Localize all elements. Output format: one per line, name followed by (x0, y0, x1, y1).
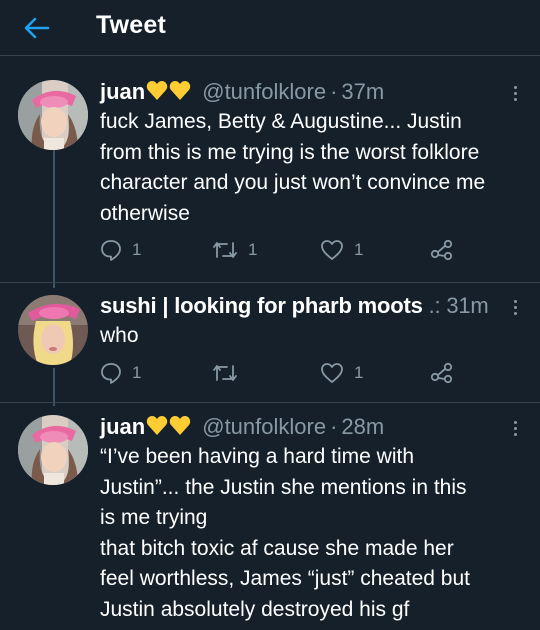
heart-outline-icon (321, 363, 343, 383)
tweet-text-line: fuck James, Betty & Augustine... Justin (100, 110, 462, 133)
tweet-text: “I’ve been having a hard time with Justi… (100, 442, 530, 625)
tweet-header: juan @tunfolklore · 37m (100, 79, 384, 108)
share-icon (430, 362, 453, 384)
more-options-button[interactable] (508, 81, 522, 105)
tweet-text-line: Justin absolutely destroyed his gf (100, 597, 410, 621)
reply-bubble-icon (101, 240, 121, 261)
tweet-text-line: feel worthless, James “just” cheated but (100, 567, 471, 590)
share-button[interactable] (430, 362, 454, 384)
retweet-count: 1 (248, 240, 258, 259)
avatar[interactable] (18, 295, 88, 365)
retweet-icon (213, 242, 237, 258)
arrow-left-icon (24, 17, 50, 39)
avatar[interactable] (18, 415, 88, 485)
back-button[interactable] (22, 14, 52, 42)
top-bar: Tweet (0, 0, 540, 56)
author-name[interactable]: juan (100, 414, 145, 439)
more-options-button[interactable] (508, 295, 522, 319)
divider (0, 402, 540, 403)
reply-count: 1 (132, 363, 142, 382)
yellow-heart-emoji (146, 415, 192, 443)
tweet-header: sushi | looking for pharb moots .: 31m (100, 293, 489, 319)
more-vertical-icon (513, 420, 517, 424)
tweet-text-line: is me trying (100, 506, 208, 529)
tweet-header: juan @tunfolklore · 28m (100, 414, 384, 443)
separator-dot: · (330, 79, 338, 104)
heart-outline-icon (321, 240, 343, 260)
author-name[interactable]: juan (100, 79, 145, 104)
author-handle[interactable]: @tunfolklore (202, 79, 326, 104)
more-options-button[interactable] (508, 416, 522, 440)
tweet-text-line: from this is me trying is the worst folk… (100, 140, 480, 164)
retweet-button[interactable]: 1 (212, 239, 257, 261)
tweet-timestamp[interactable]: 28m (341, 414, 384, 439)
tweet-text-line: character and you just won’t convince me (100, 171, 486, 194)
retweet-icon (213, 365, 237, 381)
tweet-timestamp[interactable]: 31m (446, 293, 488, 318)
thread-connector (53, 150, 55, 288)
tweet-text-line: that bitch toxic af cause she made her (100, 536, 454, 560)
tweet-text: who (100, 321, 530, 352)
author-name[interactable]: sushi | looking for pharb moots (100, 293, 423, 318)
retweet-button[interactable] (212, 362, 248, 384)
avatar[interactable] (18, 80, 88, 150)
tweet-text-line: otherwise (100, 201, 190, 225)
reply-button[interactable]: 1 (100, 239, 141, 261)
more-vertical-icon (513, 299, 517, 303)
yellow-heart-emoji (146, 80, 192, 108)
tweet-actions: 1 1 (100, 362, 500, 386)
share-button[interactable] (430, 239, 454, 261)
like-count: 1 (354, 363, 364, 382)
like-button[interactable]: 1 (320, 362, 363, 384)
tweet-timestamp[interactable]: 37m (341, 79, 384, 104)
more-vertical-icon (513, 85, 517, 89)
page-title: Tweet (96, 11, 166, 39)
reply-bubble-icon (101, 363, 121, 384)
share-icon (430, 239, 453, 261)
tweet-text: fuck James, Betty & Augustine... Justin … (100, 107, 530, 229)
reply-count: 1 (132, 240, 142, 259)
author-handle-truncated[interactable]: .: (429, 293, 441, 318)
tweet-text-line: “I’ve been having a hard time with (100, 445, 415, 468)
tweet-text-line: Justin”... the Justin she mentions in th… (100, 475, 467, 499)
reply-button[interactable]: 1 (100, 362, 141, 384)
separator-dot: · (330, 414, 338, 439)
divider (0, 282, 540, 283)
like-button[interactable]: 1 (320, 239, 363, 261)
like-count: 1 (354, 240, 364, 259)
author-handle[interactable]: @tunfolklore (202, 414, 326, 439)
thread-connector (53, 368, 55, 406)
tweet-text-line: who (100, 324, 139, 347)
tweet-actions: 1 1 1 (100, 239, 500, 263)
